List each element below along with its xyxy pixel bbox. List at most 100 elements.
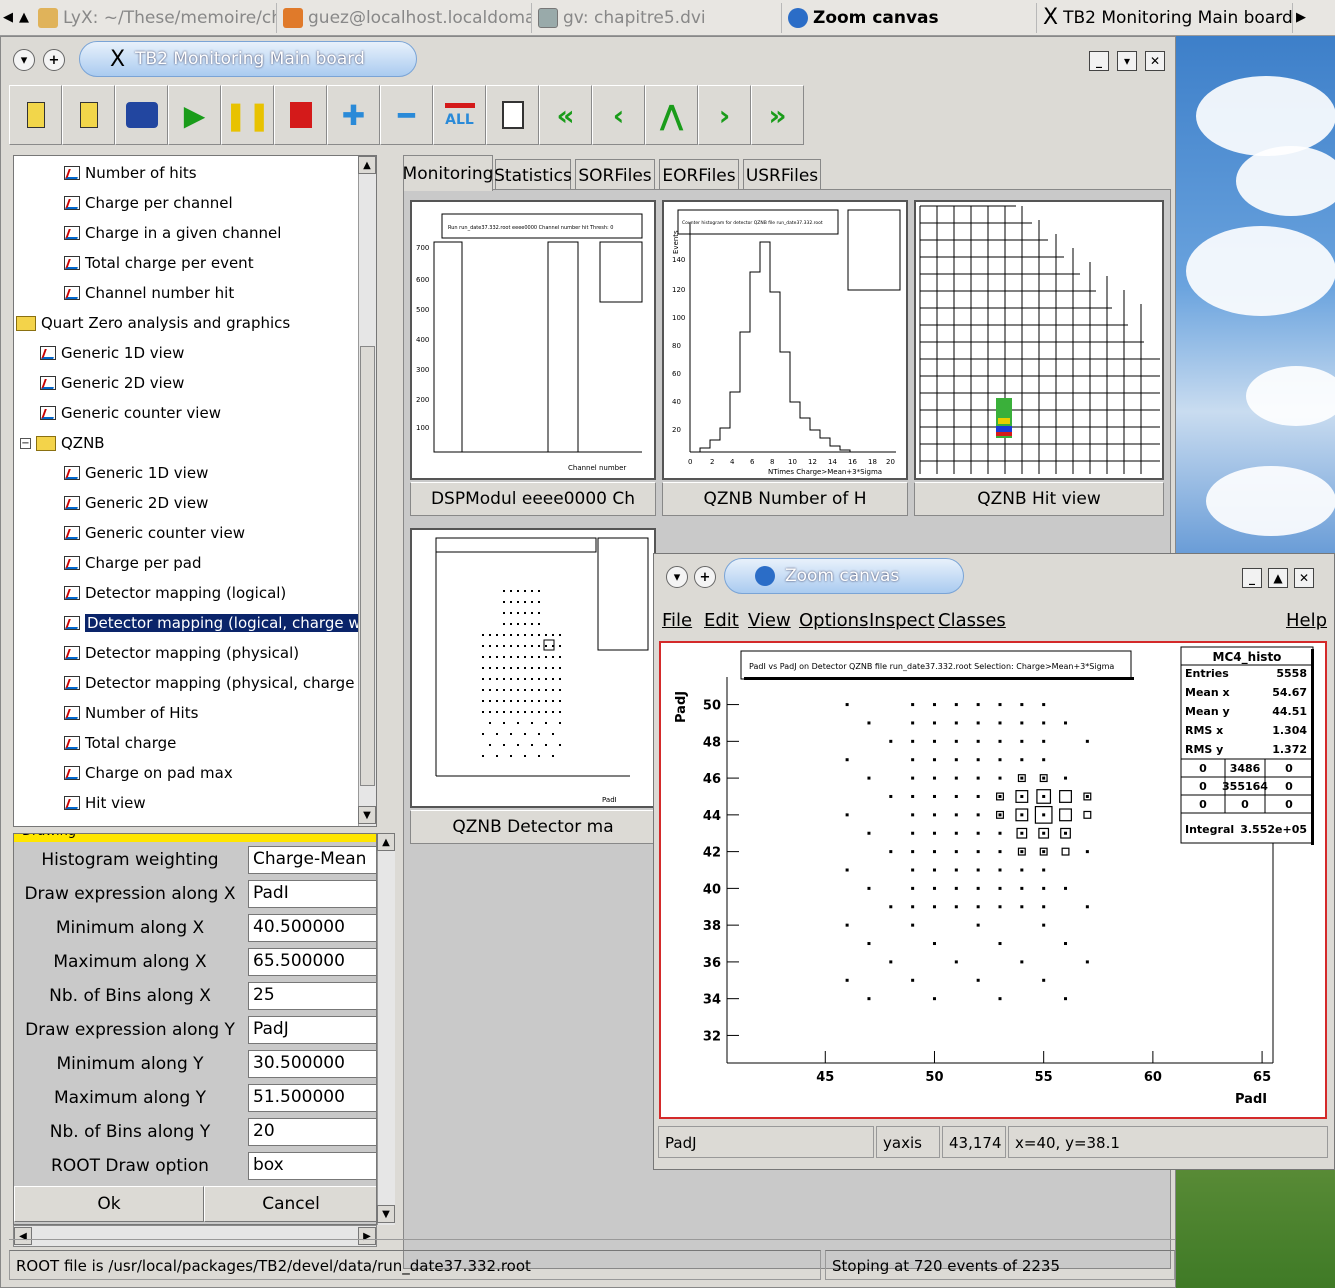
cancel-button[interactable]: Cancel [204, 1186, 376, 1222]
tab-sorfiles[interactable]: SORFiles [575, 159, 655, 191]
bins-x-input[interactable]: 25 [248, 982, 376, 1010]
pad-label[interactable]: QZNB Hit view [914, 482, 1164, 516]
heatmap-cell [845, 758, 849, 762]
pause-icon[interactable]: ❚❚ [221, 85, 274, 145]
menu-view[interactable]: View [748, 610, 791, 631]
tab-usrfiles[interactable]: USRFiles [743, 159, 821, 191]
tree-item[interactable]: Detector mapping (physical) [64, 638, 299, 668]
ok-button[interactable]: Ok [14, 1186, 204, 1222]
tree-folder[interactable]: Quart Zero analysis and graphics [16, 308, 290, 338]
form-scrollbar[interactable]: ▲ ▼ [377, 833, 395, 1225]
histogram-icon [64, 466, 80, 480]
tab-statistics[interactable]: Statistics [494, 159, 572, 191]
tree-item[interactable]: Charge per channel [64, 188, 233, 218]
tree-item[interactable]: Total charge [64, 728, 176, 758]
detector-mapping-thumb: PadI [435, 537, 649, 804]
minimize-button[interactable]: _ [1089, 51, 1109, 71]
pad-number-of-hits[interactable]: Counter histogram for detector QZNB file… [662, 200, 908, 480]
maximize-button[interactable]: ▲ [1268, 568, 1288, 588]
tree-item[interactable]: Generic 1D view [40, 338, 184, 368]
file-down-icon[interactable] [9, 85, 62, 145]
tree-folder[interactable]: − QZNB [20, 428, 105, 458]
zoom-canvas[interactable]: PadI vs PadJ on Detector QZNB file run_d… [659, 641, 1327, 1119]
max-y-input[interactable]: 51.500000 [248, 1084, 376, 1112]
tree-item[interactable]: Generic 2D view [64, 488, 208, 518]
play-icon[interactable]: ▶ [168, 85, 221, 145]
stop-icon[interactable] [274, 85, 327, 145]
print-icon[interactable] [115, 85, 168, 145]
zoom-plus-icon[interactable]: ✚ [327, 85, 380, 145]
tree-item[interactable]: Channel number hit [64, 278, 234, 308]
min-y-input[interactable]: 30.500000 [248, 1050, 376, 1078]
up-icon[interactable]: ⋀ [645, 85, 698, 145]
tree-item[interactable]: Charge per pad [64, 548, 202, 578]
minimize-button[interactable]: _ [1242, 568, 1262, 588]
tab-monitoring[interactable]: Monitoring [403, 155, 493, 191]
menu-edit[interactable]: Edit [704, 610, 739, 631]
scroll-right-icon[interactable]: ▶ [1293, 3, 1309, 33]
collapse-icon[interactable]: − [20, 437, 31, 449]
zoom-minus-icon[interactable]: ━ [380, 85, 433, 145]
scroll-up-icon[interactable]: ▲ [377, 833, 395, 851]
clear-all-button[interactable]: ALL [433, 85, 486, 145]
pad-label[interactable]: QZNB Number of H [662, 482, 908, 516]
menu-file[interactable]: File [662, 610, 692, 631]
menu-inspect[interactable]: Inspect [869, 610, 935, 631]
scroll-up-icon[interactable]: ▲ [358, 156, 376, 174]
draw-x-input[interactable]: PadI [248, 880, 376, 908]
draw-y-input[interactable]: PadJ [248, 1016, 376, 1044]
tree-item[interactable]: Detector mapping (physical, charge weigh… [64, 668, 376, 698]
task-terminal[interactable]: guez@localhost.localdomain: / [277, 2, 532, 33]
scroll-down-icon[interactable]: ▼ [377, 1205, 395, 1223]
pad-label[interactable]: DSPModul eeee0000 Ch [410, 482, 656, 516]
detector-mapping-chart[interactable]: PadI vs PadJ on Detector QZNB file run_d… [661, 643, 1325, 1117]
tree-item[interactable]: Generic 1D view [64, 458, 208, 488]
bins-y-input[interactable]: 20 [248, 1118, 376, 1146]
pad-hit-view[interactable] [914, 200, 1164, 480]
menu-help[interactable]: Help [1286, 610, 1327, 631]
previous-icon[interactable]: ‹ [592, 85, 645, 145]
tab-eorfiles[interactable]: EORFiles [659, 159, 739, 191]
plus-icon[interactable]: + [43, 49, 65, 71]
scroll-thumb[interactable] [360, 346, 375, 786]
plus-icon[interactable]: + [694, 566, 716, 588]
tree-item[interactable]: Number of hits [64, 158, 197, 188]
close-button[interactable]: ✕ [1294, 568, 1314, 588]
shade-button[interactable]: ▾ [1117, 51, 1137, 71]
tree-item[interactable]: Generic 2D view [40, 368, 184, 398]
task-tb2[interactable]: X TB2 Monitoring Main board [1037, 2, 1293, 33]
pad-label[interactable]: QZNB Detector ma [410, 810, 656, 844]
task-lyx[interactable]: LyX: ~/These/memoire/chapitre [32, 2, 277, 33]
scroll-left-icon[interactable]: ◀ [0, 3, 16, 33]
menu-options[interactable]: Options [799, 610, 868, 631]
scroll-down-icon[interactable]: ▼ [358, 806, 376, 824]
triangle-up-icon[interactable]: ▲ [16, 3, 32, 33]
tree-scrollbar[interactable]: ▲ ▼ [358, 156, 376, 826]
menu-classes[interactable]: Classes [938, 610, 1006, 631]
pad-detector-mapping[interactable]: PadI [410, 528, 656, 808]
tree-item[interactable]: Charge in a given channel [64, 218, 281, 248]
pad-channel-hit[interactable]: Run run_date37.332.root eeee0000 Channel… [410, 200, 656, 480]
tree-item[interactable]: Total charge per event [64, 248, 254, 278]
tree-item[interactable]: Hit view [64, 788, 146, 818]
first-icon[interactable]: « [539, 85, 592, 145]
tree-item[interactable]: Detector mapping (logical) [64, 578, 286, 608]
draw-option-input[interactable]: box [248, 1152, 376, 1180]
task-zoom-canvas[interactable]: Zoom canvas [782, 2, 1037, 33]
tree-item[interactable]: Generic counter view [40, 398, 221, 428]
task-gv[interactable]: gv: chapitre5.dvi [532, 2, 782, 33]
tree-item-selected[interactable]: Detector mapping (logical, charge weight… [64, 608, 376, 638]
tree-item[interactable]: Charge on pad max [64, 758, 233, 788]
tree-item[interactable]: Generic counter view [64, 518, 245, 548]
histogram-weighting-input[interactable]: Charge-Mean [248, 846, 376, 874]
menu-down-icon[interactable]: ▾ [13, 49, 35, 71]
menu-down-icon[interactable]: ▾ [666, 566, 688, 588]
min-x-input[interactable]: 40.500000 [248, 914, 376, 942]
document-icon[interactable] [486, 85, 539, 145]
tree-item[interactable]: Number of Hits [64, 698, 198, 728]
close-button[interactable]: ✕ [1145, 51, 1165, 71]
file-up-icon[interactable] [62, 85, 115, 145]
max-x-input[interactable]: 65.500000 [248, 948, 376, 976]
next-icon[interactable]: › [698, 85, 751, 145]
last-icon[interactable]: » [751, 85, 804, 145]
